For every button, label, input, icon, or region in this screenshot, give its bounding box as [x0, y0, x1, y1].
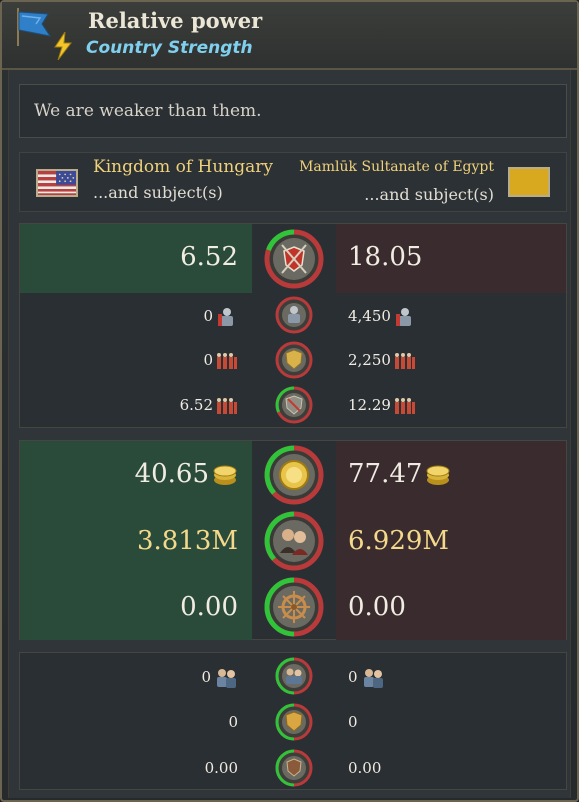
right-defense: 0	[348, 713, 358, 731]
right-fortifications: 0.00	[348, 759, 382, 777]
left-naval: 0.00	[180, 592, 238, 622]
right-regiments: 2,250	[348, 351, 391, 369]
people-icon	[363, 669, 383, 688]
panel-header: Relative power Country Strength	[2, 2, 577, 70]
soldier-icon	[218, 308, 233, 326]
right-country-subjects: ...and subject(s)	[364, 185, 494, 204]
left-military-strength: 6.52	[180, 242, 238, 272]
left-allies: 0	[201, 668, 211, 686]
country-header: Kingdom of Hungary ...and subject(s) Mam…	[19, 152, 567, 212]
naval-ring[interactable]	[264, 577, 324, 637]
gold-coins-icon	[213, 465, 237, 485]
relative-power-panel: Relative power Country Strength We are w…	[0, 0, 579, 802]
egypt-flag[interactable]	[508, 167, 550, 197]
panel-subtitle: Country Strength	[86, 38, 253, 58]
people-icon	[217, 669, 236, 688]
left-army-quality: 6.52	[179, 396, 213, 414]
military-total-row: 6.52 18.05	[20, 224, 566, 293]
economy-row: 3.813M 6.929M	[20, 508, 566, 574]
gold-coins-icon	[426, 465, 450, 485]
flag-icon	[17, 8, 52, 46]
hungary-flag[interactable]	[36, 169, 78, 197]
allies-ring[interactable]	[275, 657, 313, 695]
left-regiments: 0	[203, 351, 213, 369]
comparison-message: We are weaker than them.	[19, 84, 567, 138]
fortifications-ring[interactable]	[275, 749, 313, 787]
diplomacy-row: 0 0	[20, 699, 566, 745]
left-country-name[interactable]: Kingdom of Hungary	[93, 157, 273, 177]
military-strength-ring[interactable]	[264, 229, 324, 289]
panel-title: Relative power	[88, 8, 263, 33]
army-icon	[217, 398, 237, 414]
right-income: 77.47	[348, 459, 423, 489]
right-naval: 0.00	[348, 592, 406, 622]
soldier-icon	[395, 308, 411, 326]
army-icon	[217, 353, 237, 369]
military-row: 6.52 12.29	[20, 383, 566, 428]
economy-row: 40.65 77.47	[20, 441, 566, 508]
left-income: 40.65	[134, 459, 209, 489]
left-country-subjects: ...and subject(s)	[93, 183, 223, 202]
right-allies: 0	[348, 668, 358, 686]
army-icon	[394, 398, 415, 414]
diplomacy-section: 0 0 0 0 0.00 0.00	[19, 652, 567, 790]
defense-ring[interactable]	[275, 703, 313, 741]
army-icon	[394, 353, 415, 369]
economy-row: 0.00 0.00	[20, 574, 566, 640]
right-manpower: 4,450	[348, 307, 391, 325]
right-army-quality: 12.29	[348, 396, 391, 414]
diplomacy-row: 0 0	[20, 653, 566, 699]
diplomacy-row: 0.00 0.00	[20, 745, 566, 791]
left-defense: 0	[228, 713, 238, 731]
regiments-ring[interactable]	[275, 341, 313, 379]
economy-section: 40.65 77.47 3.813M 6.929M 0.00 0.00	[19, 440, 567, 640]
right-population: 6.929M	[348, 526, 450, 556]
left-manpower: 0	[203, 307, 213, 325]
lightning-icon	[54, 32, 73, 60]
left-population: 3.813M	[136, 526, 238, 556]
army-quality-ring[interactable]	[275, 386, 313, 424]
right-country-name[interactable]: Mamlūk Sultanate of Egypt	[299, 159, 494, 175]
military-section: 6.52 18.05 0 4,450 0 2,250 6.52 12.29	[19, 223, 567, 428]
population-ring[interactable]	[264, 511, 324, 571]
military-row: 0 4,450	[20, 293, 566, 338]
military-row: 0 2,250	[20, 338, 566, 383]
right-military-strength: 18.05	[348, 242, 423, 272]
left-fortifications: 0.00	[204, 759, 238, 777]
manpower-ring[interactable]	[275, 296, 313, 334]
income-ring[interactable]	[264, 445, 324, 505]
